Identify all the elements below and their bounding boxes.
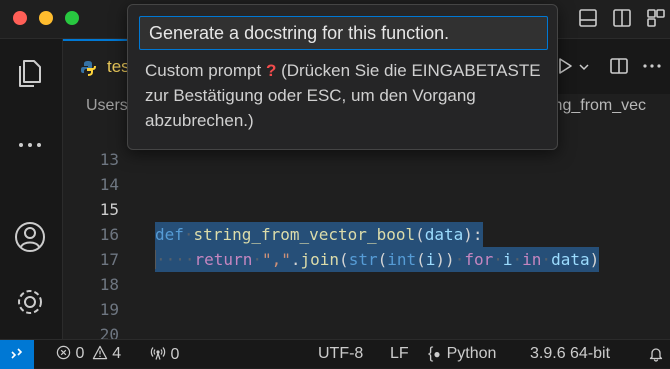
encoding-button[interactable]: UTF-8 — [318, 345, 363, 363]
warning-count: 4 — [112, 345, 122, 362]
error-icon — [56, 345, 71, 360]
run-python-file-icon[interactable] — [555, 56, 575, 76]
split-editor-icon[interactable] — [609, 56, 629, 76]
remote-icon — [11, 348, 23, 359]
python-file-icon — [81, 61, 96, 76]
toggle-panel-icon[interactable] — [577, 7, 599, 29]
chevron-down-icon[interactable] — [578, 61, 590, 73]
code-line: 18 — [63, 247, 670, 294]
settings-gear-icon[interactable] — [12, 284, 48, 320]
notifications-bell-icon[interactable] — [648, 346, 664, 362]
problems-indicator[interactable]: 0 4 — [56, 345, 121, 363]
close-window-icon[interactable] — [13, 11, 27, 25]
ports-indicator[interactable]: 0 — [150, 345, 179, 364]
language-mode-button[interactable]: {● Python — [428, 345, 496, 363]
error-count: 0 — [75, 345, 85, 362]
activity-bar — [0, 39, 63, 339]
code-editor[interactable]: 13 14 15 def·string_from_vector_bool(dat… — [63, 120, 670, 339]
ports-count: 0 — [170, 346, 180, 363]
python-interpreter-button[interactable]: 3.9.6 64-bit — [530, 345, 610, 363]
explorer-icon[interactable] — [12, 55, 48, 91]
minimize-window-icon[interactable] — [39, 11, 53, 25]
toggle-secondary-sidebar-icon[interactable] — [611, 7, 633, 29]
eol-button[interactable]: LF — [390, 345, 409, 363]
code-line: 17 — [63, 222, 670, 269]
prompt-label: Custom prompt — [145, 61, 262, 80]
code-line: 19 — [63, 272, 670, 319]
status-bar: 0 4 0 UTF-8 LF {● Python 3.9.6 64-bit — [0, 339, 670, 369]
code-line-return: 16 ····return·",".join(str(int(i))·for·i… — [63, 197, 670, 272]
code-line: 20 — [63, 297, 670, 339]
code-line-def: 15 def·string_from_vector_bool(data): — [63, 172, 670, 247]
customize-layout-icon[interactable] — [645, 7, 667, 29]
code-line: 21 — [63, 322, 670, 339]
breadcrumb-symbol[interactable]: ing_from_vec — [550, 97, 646, 115]
more-actions-icon[interactable] — [641, 56, 663, 76]
account-icon[interactable] — [12, 219, 48, 255]
quick-input-widget: Custom prompt ? (Drücken Sie die EINGABE… — [127, 4, 558, 150]
remote-indicator[interactable] — [0, 340, 34, 369]
broadcast-icon — [150, 347, 166, 360]
code-line: 14 — [63, 147, 670, 194]
custom-prompt-input[interactable] — [139, 16, 548, 50]
breadcrumb-path-start[interactable]: Users — [86, 97, 128, 115]
language-label: Python — [446, 345, 497, 362]
maximize-window-icon[interactable] — [65, 11, 79, 25]
language-status-icon: ● — [433, 347, 441, 361]
quick-input-message: Custom prompt ? (Drücken Sie die EINGABE… — [145, 58, 545, 133]
required-marker: ? — [265, 61, 277, 80]
warning-icon — [92, 345, 107, 360]
more-icon[interactable] — [12, 127, 48, 163]
